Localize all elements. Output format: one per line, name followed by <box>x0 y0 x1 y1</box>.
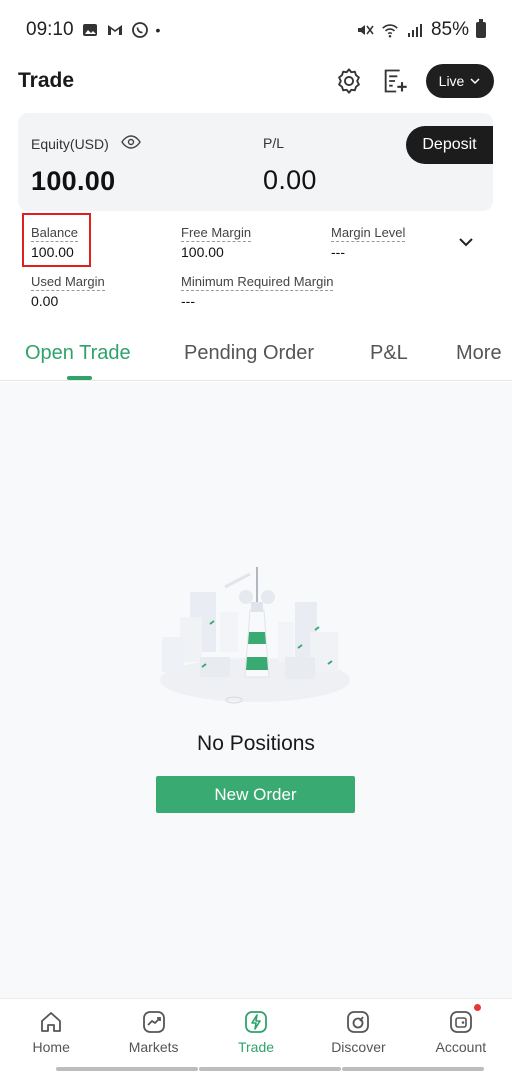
equity-label: Equity(USD) <box>31 135 109 152</box>
min-required-margin-value: --- <box>181 293 195 309</box>
eye-toggle[interactable] <box>120 135 141 152</box>
tab-open-trade[interactable]: Open Trade <box>25 342 131 365</box>
nav-trade[interactable]: Trade <box>205 999 307 1060</box>
pl-label: P/L <box>263 135 285 151</box>
status-left: 09:10 • <box>26 19 160 41</box>
equity-value: 100.00 <box>31 166 116 196</box>
status-right: 85% <box>356 19 486 41</box>
gesture-handle-right[interactable] <box>342 1067 484 1071</box>
free-margin-value: 100.00 <box>181 244 224 260</box>
account-mode-toggle[interactable]: Live <box>426 64 494 98</box>
whatsapp-icon <box>131 21 149 39</box>
free-margin-metric: Free Margin 100.00 <box>181 224 252 260</box>
signal-icon <box>406 21 424 39</box>
nav-home[interactable]: Home <box>0 999 102 1060</box>
trade-icon <box>243 1009 269 1035</box>
balance-highlight-box <box>22 213 91 267</box>
trade-tabs: Open Trade Pending Order P&L More <box>0 336 512 381</box>
chevron-down-icon <box>470 78 480 85</box>
new-order-button[interactable]: New Order <box>156 776 355 813</box>
pl-value: 0.00 <box>263 165 317 195</box>
gallery-icon <box>81 21 99 39</box>
margin-level-label: Margin Level <box>331 225 406 242</box>
used-margin-value: 0.00 <box>31 293 59 309</box>
gmail-icon <box>106 21 124 39</box>
account-icon <box>448 1009 474 1035</box>
live-label: Live <box>438 73 465 89</box>
bottom-navigation: Home Markets Trade Discover Account <box>0 998 512 1060</box>
used-margin-label: Used Margin <box>31 274 105 291</box>
pl-block: P/L 0.00 <box>263 135 317 196</box>
active-tab-indicator <box>67 376 92 380</box>
battery-icon <box>476 19 486 38</box>
eye-icon <box>120 135 141 149</box>
status-time: 09:10 <box>26 19 74 40</box>
tab-more[interactable]: More <box>456 342 502 365</box>
nav-home-label: Home <box>32 1039 70 1055</box>
nav-account-label: Account <box>435 1039 487 1055</box>
page-title: Trade <box>18 69 75 92</box>
nav-trade-label: Trade <box>237 1039 275 1055</box>
free-margin-label: Free Margin <box>181 225 252 242</box>
markets-icon <box>141 1009 167 1035</box>
chevron-down-icon <box>459 238 473 247</box>
gesture-handle-left[interactable] <box>56 1067 198 1071</box>
add-document-icon <box>384 69 407 93</box>
gear-icon <box>338 68 360 94</box>
nav-discover-label: Discover <box>331 1039 386 1055</box>
empty-state-message: No Positions <box>197 732 315 755</box>
nav-markets-label: Markets <box>128 1039 179 1055</box>
equity-block: Equity(USD) 100.00 <box>31 135 141 197</box>
notification-badge <box>473 1004 481 1011</box>
battery-percent: 85% <box>430 19 469 40</box>
margin-level-metric: Margin Level --- <box>331 224 406 260</box>
status-bar: 09:10 • 85% <box>0 0 512 60</box>
tab-pl[interactable]: P&L <box>370 342 408 365</box>
settings-button[interactable] <box>334 66 364 96</box>
nav-discover[interactable]: Discover <box>307 999 409 1060</box>
gesture-bar <box>0 1060 512 1075</box>
expand-metrics-button[interactable] <box>456 232 476 252</box>
tab-pending-order[interactable]: Pending Order <box>184 342 314 365</box>
min-required-margin-label: Minimum Required Margin <box>181 274 334 291</box>
new-order-list-button[interactable] <box>380 66 410 96</box>
header: Trade Live <box>0 56 512 106</box>
gesture-handle-center[interactable] <box>199 1067 341 1071</box>
used-margin-metric: Used Margin 0.00 <box>31 273 105 309</box>
nav-markets[interactable]: Markets <box>102 999 204 1060</box>
discover-icon <box>345 1009 371 1035</box>
mute-icon <box>356 21 374 39</box>
home-icon <box>38 1009 64 1035</box>
account-summary-card: Equity(USD) 100.00 P/L 0.00 Deposit <box>18 113 493 211</box>
wifi-icon <box>381 21 399 39</box>
status-dot: • <box>155 22 161 38</box>
nav-account[interactable]: Account <box>410 999 512 1060</box>
equity-label-row: Equity(USD) <box>31 135 141 152</box>
deposit-button[interactable]: Deposit <box>406 126 493 164</box>
margin-level-value: --- <box>331 244 345 260</box>
min-required-margin-metric: Minimum Required Margin --- <box>181 273 334 309</box>
lighthouse-illustration <box>160 567 350 704</box>
